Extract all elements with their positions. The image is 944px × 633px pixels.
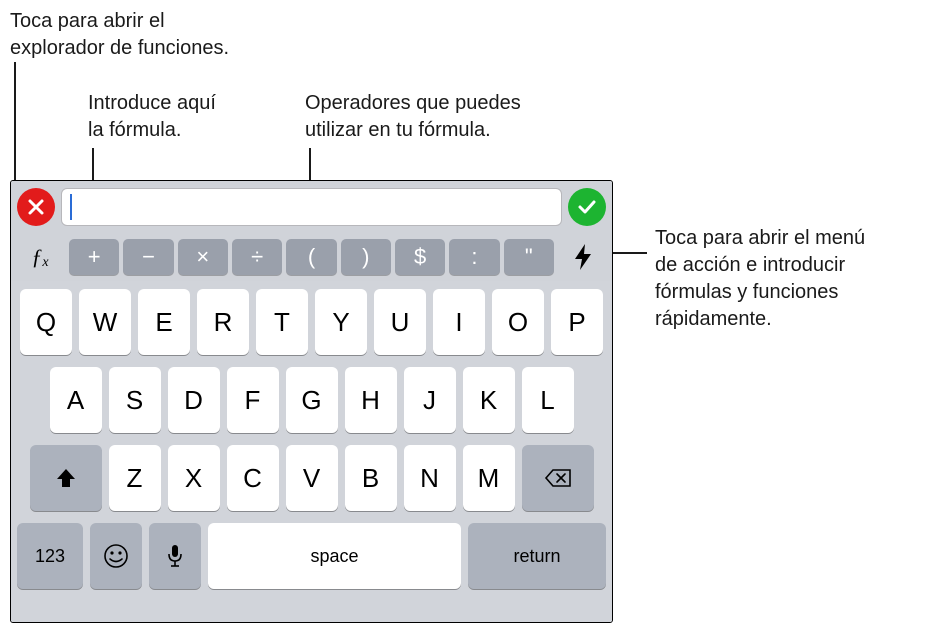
- key-t[interactable]: T: [256, 289, 308, 355]
- keyboard-row-3: Z X C V B N M: [17, 445, 606, 511]
- functions-browser-button[interactable]: ƒx: [17, 239, 63, 275]
- formula-input[interactable]: [61, 188, 562, 226]
- key-x[interactable]: X: [168, 445, 220, 511]
- key-v[interactable]: V: [286, 445, 338, 511]
- key-z[interactable]: Z: [109, 445, 161, 511]
- key-k[interactable]: K: [463, 367, 515, 433]
- text-cursor: [70, 194, 72, 220]
- shift-icon: [55, 467, 77, 489]
- shift-key[interactable]: [30, 445, 102, 511]
- formula-keyboard-panel: ƒx + − × ÷ ( ) $ : " Q W E R T Y U I: [10, 180, 613, 623]
- key-g[interactable]: G: [286, 367, 338, 433]
- key-b[interactable]: B: [345, 445, 397, 511]
- fx-label: ƒx: [31, 244, 48, 271]
- op-plus[interactable]: +: [69, 239, 119, 275]
- backspace-icon: [544, 468, 572, 488]
- cancel-button[interactable]: [17, 188, 55, 226]
- operator-grid: + − × ÷ ( ) $ : ": [69, 239, 554, 275]
- key-h[interactable]: H: [345, 367, 397, 433]
- key-e[interactable]: E: [138, 289, 190, 355]
- key-m[interactable]: M: [463, 445, 515, 511]
- mic-icon: [166, 543, 184, 569]
- key-c[interactable]: C: [227, 445, 279, 511]
- numbers-key[interactable]: 123: [17, 523, 83, 589]
- backspace-key[interactable]: [522, 445, 594, 511]
- action-menu-button[interactable]: [560, 239, 606, 275]
- emoji-key[interactable]: [90, 523, 142, 589]
- callout-action-menu: Toca para abrir el menú de acción e intr…: [655, 225, 865, 333]
- op-quote[interactable]: ": [504, 239, 554, 275]
- key-u[interactable]: U: [374, 289, 426, 355]
- op-minus[interactable]: −: [123, 239, 173, 275]
- key-l[interactable]: L: [522, 367, 574, 433]
- op-divide[interactable]: ÷: [232, 239, 282, 275]
- formula-bar: [11, 181, 612, 233]
- key-j[interactable]: J: [404, 367, 456, 433]
- key-q[interactable]: Q: [20, 289, 72, 355]
- keyboard-row-bottom: 123 space return: [17, 523, 606, 589]
- keyboard-row-2: A S D F G H J K L: [17, 367, 606, 433]
- op-colon[interactable]: :: [449, 239, 499, 275]
- callout-operators: Operadores que puedes utilizar en tu fór…: [305, 90, 521, 144]
- key-o[interactable]: O: [492, 289, 544, 355]
- return-key[interactable]: return: [468, 523, 606, 589]
- dictation-key[interactable]: [149, 523, 201, 589]
- keyboard: Q W E R T Y U I O P A S D F G H J K L: [11, 281, 612, 622]
- key-y[interactable]: Y: [315, 289, 367, 355]
- key-r[interactable]: R: [197, 289, 249, 355]
- key-w[interactable]: W: [79, 289, 131, 355]
- key-s[interactable]: S: [109, 367, 161, 433]
- bolt-icon: [573, 243, 593, 271]
- emoji-icon: [103, 543, 129, 569]
- key-i[interactable]: I: [433, 289, 485, 355]
- space-key[interactable]: space: [208, 523, 461, 589]
- confirm-button[interactable]: [568, 188, 606, 226]
- keyboard-row-1: Q W E R T Y U I O P: [17, 289, 606, 355]
- key-d[interactable]: D: [168, 367, 220, 433]
- callout-functions-browser: Toca para abrir el explorador de funcion…: [10, 8, 229, 62]
- operator-row: ƒx + − × ÷ ( ) $ : ": [11, 233, 612, 281]
- key-f[interactable]: F: [227, 367, 279, 433]
- op-lparen[interactable]: (: [286, 239, 336, 275]
- close-icon: [27, 198, 45, 216]
- key-n[interactable]: N: [404, 445, 456, 511]
- key-a[interactable]: A: [50, 367, 102, 433]
- callout-formula-input: Introduce aquí la fórmula.: [88, 90, 216, 144]
- op-times[interactable]: ×: [178, 239, 228, 275]
- check-icon: [577, 197, 597, 217]
- key-p[interactable]: P: [551, 289, 603, 355]
- op-dollar[interactable]: $: [395, 239, 445, 275]
- op-rparen[interactable]: ): [341, 239, 391, 275]
